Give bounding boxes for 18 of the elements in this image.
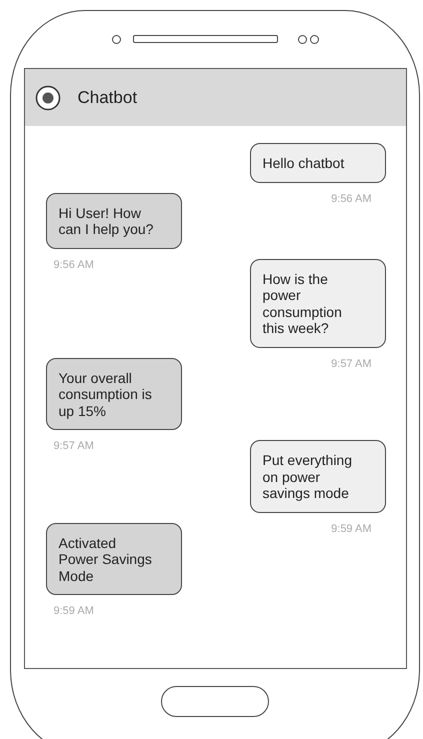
sensor-dot-icon <box>310 34 318 44</box>
message-bubble: Hello chatbot <box>250 143 386 182</box>
home-button[interactable] <box>161 686 269 717</box>
sensor-dot-icon <box>112 34 120 44</box>
message-bubble: Your overall consumption is up 15% <box>46 358 182 430</box>
message-time: 9:59 AM <box>331 522 372 534</box>
message-time: 9:56 AM <box>54 258 94 270</box>
message-bubble: How is the power consumption this week? <box>250 258 386 348</box>
message-bubble: Hi User! How can I help you? <box>46 192 182 248</box>
header-title: Chatbot <box>78 88 138 108</box>
sensor-dot-icon <box>298 34 306 44</box>
message-bubble: Put everything on power savings mode <box>250 440 386 512</box>
message-time: 9:59 AM <box>54 605 94 617</box>
message-bubble: Activated Power Savings Mode <box>46 522 182 595</box>
message-time: 9:57 AM <box>331 358 372 370</box>
message-time: 9:56 AM <box>331 192 372 204</box>
message-time: 9:57 AM <box>54 440 94 452</box>
radio-button-icon[interactable] <box>34 84 60 110</box>
